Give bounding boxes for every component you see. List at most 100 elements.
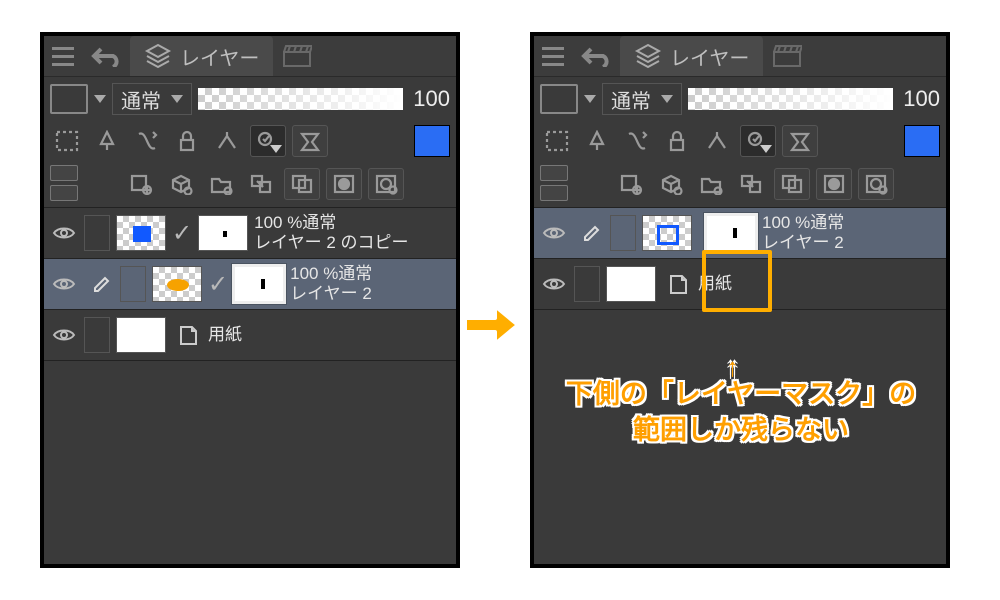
effect-icon[interactable]: [292, 125, 328, 157]
merge-icon[interactable]: [774, 168, 810, 200]
opacity-slider[interactable]: [688, 88, 893, 110]
pencil-icon[interactable]: [574, 223, 610, 243]
transfer-down-icon[interactable]: [734, 169, 768, 199]
undo-icon[interactable]: [82, 36, 130, 76]
layer-row-paper[interactable]: 用紙: [44, 310, 456, 361]
layer-row-paper[interactable]: 用紙: [534, 259, 946, 310]
layer-color-swatch[interactable]: [50, 84, 88, 114]
layer-color-swatch[interactable]: [540, 84, 578, 114]
layer-thumb[interactable]: [606, 266, 656, 302]
reference-icon[interactable]: [210, 126, 244, 156]
new-3d-icon[interactable]: [654, 169, 688, 199]
layer-row[interactable]: 100 %通常 レイヤー 2: [534, 208, 946, 259]
eye-icon[interactable]: [44, 276, 84, 292]
new-folder-icon[interactable]: [694, 169, 728, 199]
chevron-down-icon: [661, 95, 673, 103]
tonecurve-icon[interactable]: [580, 126, 614, 156]
eye-icon[interactable]: [44, 225, 84, 241]
tab-layers[interactable]: レイヤー: [130, 36, 273, 76]
mask-thumb[interactable]: [198, 215, 248, 251]
opacity-value: 100: [413, 86, 450, 112]
apply-mask-icon[interactable]: [858, 168, 894, 200]
layers-panel-before: レイヤー 通常 100: [40, 32, 460, 568]
chevron-down-icon[interactable]: [94, 95, 106, 103]
chevron-down-icon[interactable]: [584, 95, 596, 103]
layers-stack-icon: [634, 42, 662, 70]
color-swatch-icon[interactable]: [904, 125, 940, 157]
new-layer-icon[interactable]: [124, 169, 158, 199]
layer-thumb[interactable]: [152, 266, 202, 302]
mask-icon[interactable]: [816, 168, 852, 200]
merge-icon[interactable]: [284, 168, 320, 200]
transfer-icon[interactable]: [620, 126, 654, 156]
marquee-icon[interactable]: [540, 126, 574, 156]
layers-stack-icon: [144, 42, 172, 70]
mask-link-icon[interactable]: ✓: [208, 270, 228, 299]
layer-info: 100 %通常: [254, 213, 450, 233]
menu-icon[interactable]: [44, 36, 82, 76]
panel-split-icon[interactable]: [540, 165, 568, 203]
tool-row-2: [534, 161, 946, 207]
layer-thumb[interactable]: [642, 215, 692, 251]
layer-name: レイヤー 2 のコピー: [254, 233, 450, 253]
layer-name: 用紙: [698, 274, 940, 294]
tab-animation[interactable]: [273, 36, 321, 76]
paper-icon: [174, 321, 202, 349]
tool-row-1: [534, 121, 946, 161]
mask-thumb[interactable]: [706, 215, 756, 251]
tab-layers[interactable]: レイヤー: [620, 36, 763, 76]
layer-row[interactable]: ✓ 100 %通常 レイヤー 2: [44, 259, 456, 310]
panel-titlebar: レイヤー: [44, 36, 456, 76]
layer-settings-icon[interactable]: [250, 125, 286, 157]
panel-split-icon[interactable]: [50, 165, 78, 203]
opacity-value: 100: [903, 86, 940, 112]
chevron-down-icon: [171, 95, 183, 103]
blend-mode-select[interactable]: 通常: [112, 83, 192, 115]
panel-titlebar: レイヤー: [534, 36, 946, 76]
mask-thumb[interactable]: [234, 266, 284, 302]
lock-icon[interactable]: [660, 126, 694, 156]
lock-check[interactable]: [84, 215, 110, 251]
reference-icon[interactable]: [700, 126, 734, 156]
menu-icon[interactable]: [534, 36, 572, 76]
mask-icon[interactable]: [326, 168, 362, 200]
layer-thumb[interactable]: [116, 215, 166, 251]
transfer-down-icon[interactable]: [244, 169, 278, 199]
layer-settings-icon[interactable]: [740, 125, 776, 157]
new-folder-icon[interactable]: [204, 169, 238, 199]
blend-mode-label: 通常: [121, 85, 161, 114]
eye-icon[interactable]: [534, 276, 574, 292]
blend-mode-select[interactable]: 通常: [602, 83, 682, 115]
layer-list: ✓ 100 %通常 レイヤー 2 のコピー ✓ 100 %通常 レイヤー 2: [44, 207, 456, 361]
layers-panel-after: レイヤー 通常 100: [530, 32, 950, 568]
tab-layers-label: レイヤー: [670, 42, 749, 71]
lock-check[interactable]: [574, 266, 600, 302]
marquee-icon[interactable]: [50, 126, 84, 156]
new-layer-icon[interactable]: [614, 169, 648, 199]
lock-icon[interactable]: [170, 126, 204, 156]
tonecurve-icon[interactable]: [90, 126, 124, 156]
undo-icon[interactable]: [572, 36, 620, 76]
tool-row-2: [44, 161, 456, 207]
layer-name: レイヤー 2: [290, 284, 450, 304]
effect-icon[interactable]: [782, 125, 818, 157]
color-swatch-icon[interactable]: [414, 125, 450, 157]
layer-row[interactable]: ✓ 100 %通常 レイヤー 2 のコピー: [44, 208, 456, 259]
mask-link-icon[interactable]: ✓: [172, 219, 192, 248]
new-3d-icon[interactable]: [164, 169, 198, 199]
apply-mask-icon[interactable]: [368, 168, 404, 200]
layer-info: 100 %通常: [290, 264, 450, 284]
arrow-right-icon: [460, 300, 520, 350]
lock-check[interactable]: [84, 317, 110, 353]
tab-animation[interactable]: [763, 36, 811, 76]
lock-check[interactable]: [610, 215, 636, 251]
pencil-icon[interactable]: [84, 274, 120, 294]
blend-mode-label: 通常: [611, 85, 651, 114]
transfer-icon[interactable]: [130, 126, 164, 156]
blend-row: 通常 100: [44, 76, 456, 121]
layer-thumb[interactable]: [116, 317, 166, 353]
opacity-slider[interactable]: [198, 88, 403, 110]
eye-icon[interactable]: [44, 327, 84, 343]
eye-icon[interactable]: [534, 225, 574, 241]
lock-check[interactable]: [120, 266, 146, 302]
